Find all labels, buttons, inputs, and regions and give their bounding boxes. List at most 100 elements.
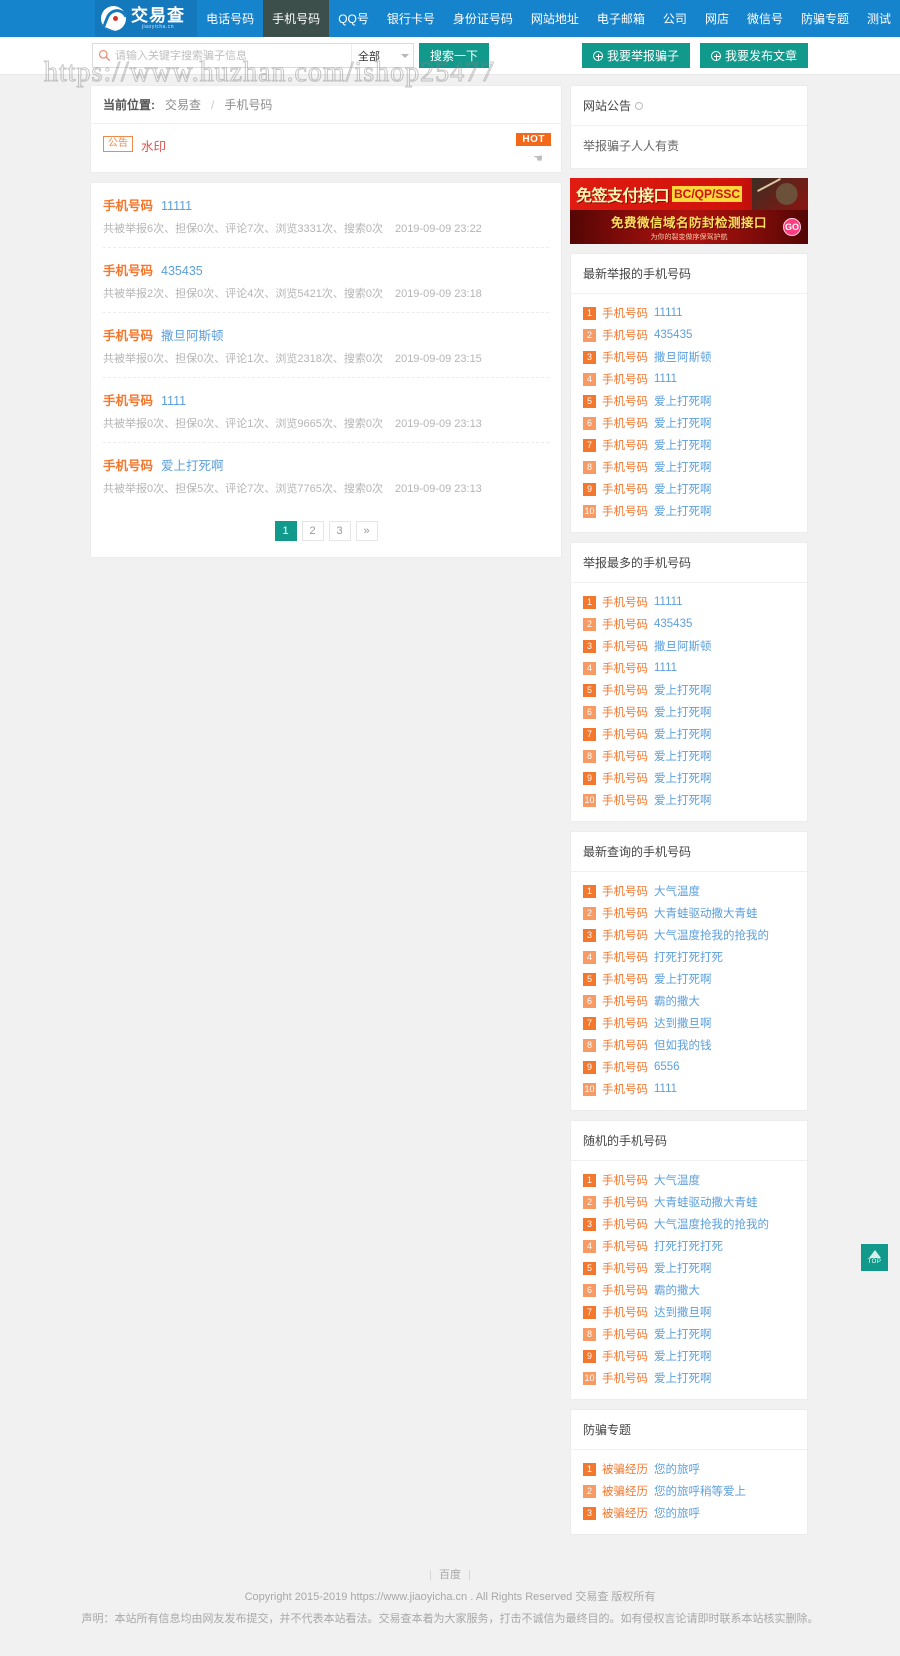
- nav-item-4[interactable]: 身份证号码: [444, 0, 522, 37]
- list-item-category[interactable]: 手机号码: [103, 199, 153, 213]
- rank-name[interactable]: 435435: [654, 618, 692, 630]
- rank-row[interactable]: 1手机号码11111: [583, 591, 795, 613]
- rank-name[interactable]: 爱上打死啊: [654, 792, 712, 808]
- nav-item-9[interactable]: 微信号: [738, 0, 792, 37]
- pagination-page-»[interactable]: »: [356, 521, 378, 541]
- nav-item-8[interactable]: 网店: [696, 0, 738, 37]
- list-item-name[interactable]: 1111: [161, 394, 186, 408]
- rank-name[interactable]: 爱上打死啊: [654, 1370, 712, 1386]
- rank-row[interactable]: 10手机号码爱上打死啊: [583, 500, 795, 522]
- rank-category[interactable]: 手机号码: [602, 1172, 648, 1188]
- rank-category[interactable]: 手机号码: [602, 503, 648, 519]
- rank-row[interactable]: 1手机号码大气温度: [583, 880, 795, 902]
- nav-item-7[interactable]: 公司: [654, 0, 696, 37]
- rank-row[interactable]: 3手机号码大气温度抢我的抢我的: [583, 924, 795, 946]
- rank-name[interactable]: 霸的撒大: [654, 1282, 700, 1298]
- rank-name[interactable]: 爱上打死啊: [654, 393, 712, 409]
- pagination-page-1[interactable]: 1: [275, 521, 297, 541]
- rank-category[interactable]: 手机号码: [602, 1326, 648, 1342]
- rank-row[interactable]: 7手机号码达到撒旦啊: [583, 1012, 795, 1034]
- pagination-page-3[interactable]: 3: [329, 521, 351, 541]
- rank-name[interactable]: 爱上打死啊: [654, 481, 712, 497]
- rank-name[interactable]: 爱上打死啊: [654, 503, 712, 519]
- rank-row[interactable]: 4手机号码打死打死打死: [583, 1235, 795, 1257]
- rank-category[interactable]: 手机号码: [602, 638, 648, 654]
- rank-category[interactable]: 手机号码: [602, 927, 648, 943]
- rank-row[interactable]: 8手机号码爱上打死啊: [583, 456, 795, 478]
- search-scope-select[interactable]: 全部: [351, 44, 413, 67]
- rank-category[interactable]: 手机号码: [602, 1348, 648, 1364]
- rank-name[interactable]: 爱上打死啊: [654, 748, 712, 764]
- rank-name[interactable]: 霸的撒大: [654, 993, 700, 1009]
- nav-item-5[interactable]: 网站地址: [522, 0, 588, 37]
- rank-row[interactable]: 9手机号码爱上打死啊: [583, 767, 795, 789]
- rank-category[interactable]: 手机号码: [602, 371, 648, 387]
- rank-row[interactable]: 10手机号码1111: [583, 1078, 795, 1100]
- nav-item-0[interactable]: 电话号码: [197, 0, 263, 37]
- rank-row[interactable]: 2手机号码大青蛙驱动撒大青蛙: [583, 1191, 795, 1213]
- rank-name[interactable]: 1111: [654, 662, 677, 674]
- rank-row[interactable]: 8手机号码爱上打死啊: [583, 1323, 795, 1345]
- rank-row[interactable]: 3手机号码撒旦阿斯顿: [583, 635, 795, 657]
- notice-row[interactable]: 公告 水印 HOT ☚: [91, 124, 561, 172]
- rank-name[interactable]: 爱上打死啊: [654, 704, 712, 720]
- nav-item-11[interactable]: 测试: [858, 0, 900, 37]
- rank-row[interactable]: 4手机号码1111: [583, 657, 795, 679]
- rank-row[interactable]: 6手机号码霸的撒大: [583, 990, 795, 1012]
- rank-name[interactable]: 11111: [654, 307, 683, 319]
- rank-name[interactable]: 打死打死打死: [654, 949, 723, 965]
- rank-category[interactable]: 手机号码: [602, 660, 648, 676]
- rank-category[interactable]: 手机号码: [602, 415, 648, 431]
- rank-row[interactable]: 4手机号码打死打死打死: [583, 946, 795, 968]
- list-item-category[interactable]: 手机号码: [103, 394, 153, 408]
- rank-name[interactable]: 爱上打死啊: [654, 971, 712, 987]
- rank-name[interactable]: 达到撒旦啊: [654, 1304, 712, 1320]
- rank-category[interactable]: 被骗经历: [602, 1483, 648, 1499]
- rank-row[interactable]: 2手机号码大青蛙驱动撒大青蛙: [583, 902, 795, 924]
- rank-category[interactable]: 被骗经历: [602, 1461, 648, 1477]
- rank-category[interactable]: 手机号码: [602, 792, 648, 808]
- list-item-category[interactable]: 手机号码: [103, 264, 153, 278]
- rank-row[interactable]: 3被骗经历您的旅呼: [583, 1502, 795, 1524]
- rank-category[interactable]: 手机号码: [602, 327, 648, 343]
- rank-name[interactable]: 爱上打死啊: [654, 770, 712, 786]
- rank-category[interactable]: 被骗经历: [602, 1505, 648, 1521]
- rank-category[interactable]: 手机号码: [602, 1081, 648, 1097]
- rank-row[interactable]: 6手机号码霸的撒大: [583, 1279, 795, 1301]
- report-scammer-button[interactable]: 我要举报骗子: [582, 43, 690, 68]
- rank-row[interactable]: 6手机号码爱上打死啊: [583, 701, 795, 723]
- rank-row[interactable]: 2手机号码435435: [583, 613, 795, 635]
- list-item-name[interactable]: 爱上打死啊: [161, 459, 224, 473]
- rank-category[interactable]: 手机号码: [602, 1037, 648, 1053]
- rank-row[interactable]: 9手机号码6556: [583, 1056, 795, 1078]
- site-logo[interactable]: 交易查 jiaoyicha.cn: [95, 0, 197, 37]
- rank-category[interactable]: 手机号码: [602, 594, 648, 610]
- rank-category[interactable]: 手机号码: [602, 1260, 648, 1276]
- rank-row[interactable]: 7手机号码爱上打死啊: [583, 434, 795, 456]
- rank-name[interactable]: 大气温度抢我的抢我的: [654, 1216, 769, 1232]
- rank-name[interactable]: 6556: [654, 1061, 680, 1073]
- nav-item-10[interactable]: 防骗专题: [792, 0, 858, 37]
- rank-category[interactable]: 手机号码: [602, 305, 648, 321]
- rank-category[interactable]: 手机号码: [602, 349, 648, 365]
- rank-row[interactable]: 5手机号码爱上打死啊: [583, 1257, 795, 1279]
- rank-category[interactable]: 手机号码: [602, 1304, 648, 1320]
- nav-item-1[interactable]: 手机号码: [263, 0, 329, 37]
- rank-row[interactable]: 10手机号码爱上打死啊: [583, 789, 795, 811]
- search-button[interactable]: 搜索一下: [419, 43, 489, 68]
- rank-name[interactable]: 大气温度抢我的抢我的: [654, 927, 769, 943]
- rank-category[interactable]: 手机号码: [602, 949, 648, 965]
- rank-name[interactable]: 爱上打死啊: [654, 437, 712, 453]
- banner-ad-payment[interactable]: 免签支付接口 BC/QP/SSC: [570, 178, 808, 210]
- list-item[interactable]: 手机号码撒旦阿斯顿共被举报0次、担保0次、评论1次、浏览2318次、搜索0次20…: [103, 313, 549, 378]
- rank-category[interactable]: 手机号码: [602, 883, 648, 899]
- nav-item-2[interactable]: QQ号: [329, 0, 378, 37]
- rank-name[interactable]: 爱上打死啊: [654, 726, 712, 742]
- announcement-text[interactable]: 举报骗子人人有责: [583, 139, 679, 153]
- rank-category[interactable]: 手机号码: [602, 481, 648, 497]
- rank-name[interactable]: 爱上打死啊: [654, 682, 712, 698]
- rank-name[interactable]: 爱上打死啊: [654, 1326, 712, 1342]
- rank-category[interactable]: 手机号码: [602, 1238, 648, 1254]
- banner-ad-wechat[interactable]: 免费微信域名防封检测接口 为你的裂变做序保驾护航 GO: [570, 210, 808, 244]
- list-item-name[interactable]: 撒旦阿斯顿: [161, 329, 224, 343]
